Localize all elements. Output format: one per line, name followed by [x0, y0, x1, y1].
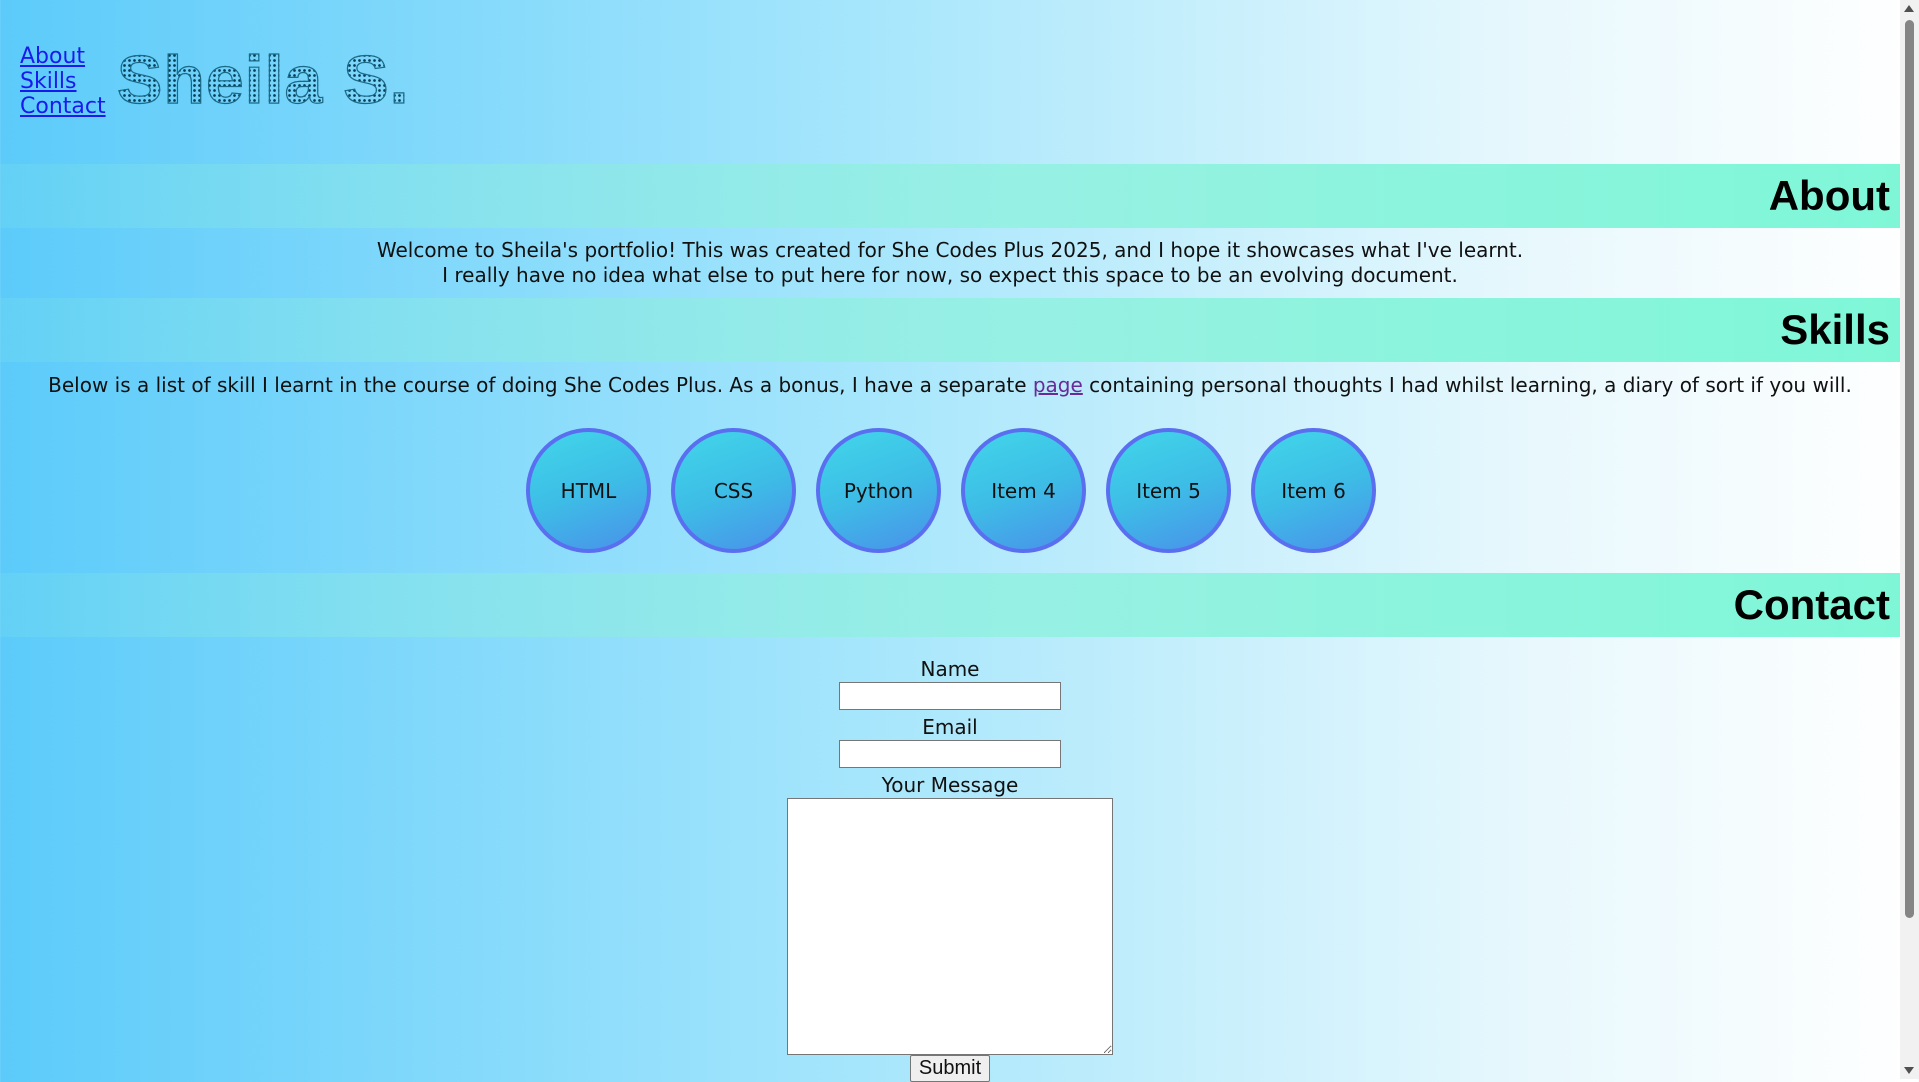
message-textarea[interactable]: [787, 798, 1113, 1055]
name-label: Name: [920, 657, 980, 681]
email-input[interactable]: [839, 740, 1061, 768]
skills-intro-text-before: Below is a list of skill I learnt in the…: [48, 373, 1033, 397]
skill-bubble-item-4: Item 4: [961, 428, 1086, 553]
about-heading: About: [1768, 172, 1890, 219]
message-label: Your Message: [881, 773, 1019, 797]
skills-heading: Skills: [1780, 306, 1890, 353]
top-nav: About Skills Contact: [20, 44, 106, 119]
scroll-up-arrow-icon[interactable]: [1904, 5, 1914, 12]
skills-intro: Below is a list of skill I learnt in the…: [0, 373, 1900, 398]
scroll-thumb[interactable]: [1905, 20, 1914, 918]
name-input[interactable]: [839, 682, 1061, 710]
contact-form: Name Email Your Message Submit: [0, 656, 1900, 1082]
skills-banner: Skills: [0, 298, 1900, 362]
about-banner: About: [0, 164, 1900, 228]
skill-bubble-python: Python: [816, 428, 941, 553]
about-text: Welcome to Sheila's portfolio! This was …: [0, 238, 1900, 288]
site-logo: Sheila S.: [116, 38, 409, 122]
skills-list: HTML CSS Python Item 4 Item 5 Item 6: [526, 428, 1376, 553]
nav-link-about[interactable]: About: [20, 44, 106, 69]
nav-link-contact[interactable]: Contact: [20, 94, 106, 119]
email-label: Email: [922, 715, 978, 739]
skill-bubble-item-6: Item 6: [1251, 428, 1376, 553]
skill-bubble-html: HTML: [526, 428, 651, 553]
about-line-1: Welcome to Sheila's portfolio! This was …: [376, 238, 1524, 262]
skill-bubble-item-5: Item 5: [1106, 428, 1231, 553]
submit-button[interactable]: Submit: [909, 1055, 991, 1082]
skills-intro-text-after: containing personal thoughts I had whils…: [1082, 373, 1852, 397]
contact-heading: Contact: [1733, 581, 1890, 628]
about-line-2: I really have no idea what else to put h…: [442, 263, 1458, 287]
nav-link-skills[interactable]: Skills: [20, 69, 106, 94]
diary-page-link[interactable]: page: [1033, 373, 1083, 397]
vertical-scrollbar[interactable]: [1900, 0, 1919, 1079]
contact-banner: Contact: [0, 573, 1900, 637]
page: About Skills Contact Sheila S. About Wel…: [0, 0, 1900, 1082]
scroll-down-arrow-icon[interactable]: [1904, 1067, 1914, 1074]
skill-bubble-css: CSS: [671, 428, 796, 553]
